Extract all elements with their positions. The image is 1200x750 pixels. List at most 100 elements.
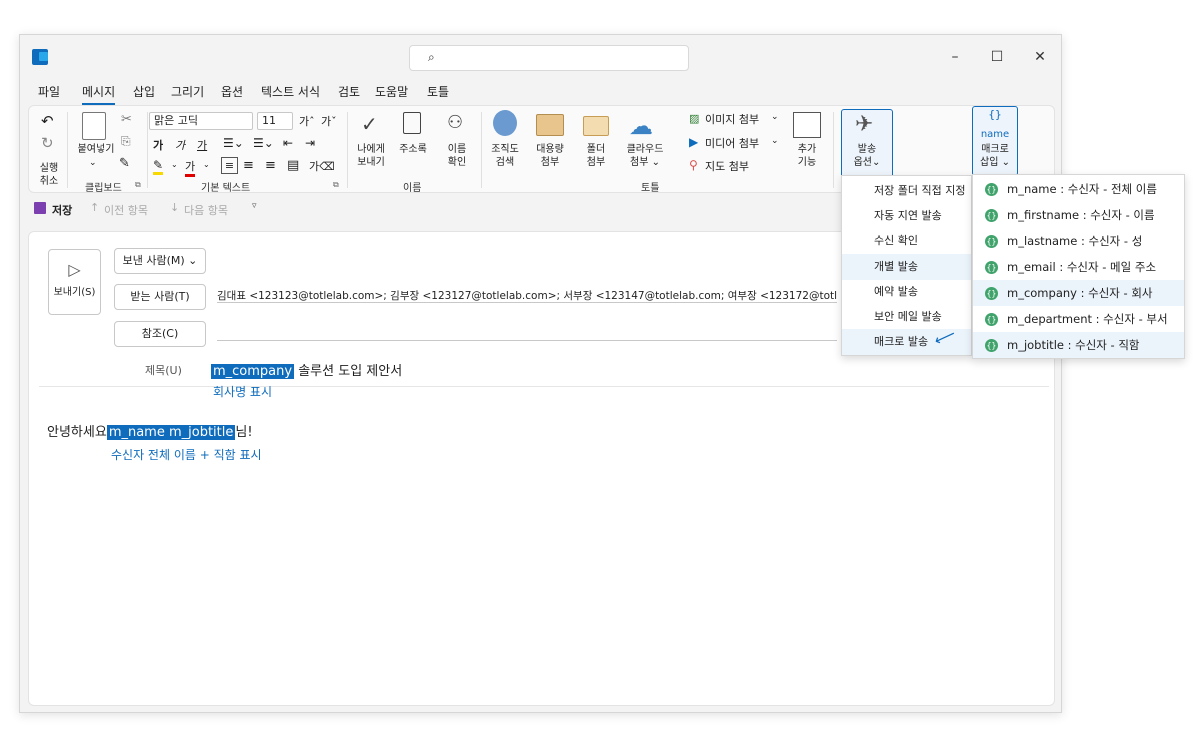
braces-icon: {} xyxy=(985,339,998,352)
menu-message[interactable]: 메시지 xyxy=(82,83,116,105)
paper-plane-icon: ✈ xyxy=(855,112,874,137)
font-name-select[interactable]: 맑은 고딕 xyxy=(149,112,253,130)
previous-item-button[interactable]: 이전 항목 xyxy=(104,202,148,218)
undo-icon[interactable]: ↶ xyxy=(41,112,54,130)
names-group-label: 이름 xyxy=(403,183,422,194)
menu-file[interactable]: 파일 xyxy=(38,83,60,100)
align-left-icon[interactable]: ≡ xyxy=(221,157,238,174)
org-search-button[interactable]: 조직도 검색 xyxy=(485,143,525,169)
redo-icon[interactable]: ↻ xyxy=(41,134,54,152)
bold-icon[interactable]: 가 xyxy=(153,137,163,153)
menu-options[interactable]: 옵션 xyxy=(221,83,243,100)
macro-item-name[interactable]: {} m_name : 수신자 - 전체 이름 xyxy=(973,176,1184,202)
arrow-up-icon: ↑ xyxy=(90,201,100,214)
clear-format-icon[interactable]: 가⌫ xyxy=(309,158,335,174)
font-color-icon[interactable]: 가 xyxy=(185,158,196,177)
macro-insert-label: 매크로 삽입 ⌄ xyxy=(980,144,1010,168)
font-size-select[interactable]: 11 xyxy=(257,112,293,130)
cc-underline xyxy=(217,340,837,341)
grow-font-icon[interactable]: 가ˆ xyxy=(299,113,315,129)
macro-item-department[interactable]: {} m_department : 수신자 - 부서 xyxy=(973,306,1184,332)
subject-macro-highlight: m_company xyxy=(211,364,295,379)
bullets-icon[interactable]: ☰⌄ xyxy=(223,136,244,150)
check-names-button[interactable]: 이름 확인 xyxy=(437,143,477,169)
divider xyxy=(67,112,68,188)
braces-icon: {} xyxy=(985,313,998,326)
add-ins-button[interactable]: 추가 기능 xyxy=(785,143,829,169)
menu-item-individual-send[interactable]: 개별 발송 xyxy=(842,254,971,280)
menu-insert[interactable]: 삽입 xyxy=(133,83,155,100)
menu-review[interactable]: 검토 xyxy=(338,83,360,100)
large-attachment-button[interactable]: 대용량 첨부 xyxy=(529,143,571,169)
italic-icon[interactable]: 가 xyxy=(175,137,185,153)
subject-divider xyxy=(39,386,1049,387)
format-painter-icon[interactable]: ✎ xyxy=(119,156,130,171)
chevron-down-icon[interactable]: ⌄ xyxy=(771,136,779,146)
chevron-down-icon[interactable]: ⌄ xyxy=(771,112,779,122)
divider xyxy=(833,112,834,188)
chevron-down-icon[interactable]: ⌄ xyxy=(89,158,97,168)
subject-field[interactable]: m_company 솔루션 도입 제안서 xyxy=(211,360,402,379)
highlight-icon[interactable]: ✎ xyxy=(153,158,164,175)
address-book-button[interactable]: 주소록 xyxy=(393,143,433,156)
paste-button[interactable]: 붙여넣기 xyxy=(74,143,118,156)
macro-item-lastname[interactable]: {} m_lastname : 수신자 - 성 xyxy=(973,228,1184,254)
large-attachment-icon xyxy=(536,114,564,136)
subject-annotation: 회사명 표시 xyxy=(213,385,273,399)
undo-button[interactable]: 실행 취소 xyxy=(35,162,63,188)
macro-item-company[interactable]: {} m_company : 수신자 - 회사 xyxy=(973,280,1184,306)
menu-item-read-receipt[interactable]: 수신 확인 xyxy=(842,228,971,254)
macro-item-jobtitle[interactable]: {} m_jobtitle : 수신자 - 직함 xyxy=(973,332,1184,358)
cc-button[interactable]: 참조(C) xyxy=(114,321,206,347)
dialog-launcher-icon[interactable]: ⧉ xyxy=(333,180,339,190)
to-field[interactable]: 김대표 <123123@totlelab.com>; 김부장 <123127@t… xyxy=(217,288,837,303)
macro-item-email[interactable]: {} m_email : 수신자 - 메일 주소 xyxy=(973,254,1184,280)
from-button[interactable]: 보낸 사람(M) ⌄ xyxy=(114,248,206,274)
menu-format-text[interactable]: 텍스트 서식 xyxy=(261,83,320,100)
shrink-font-icon[interactable]: 가ˇ xyxy=(321,113,337,129)
increase-indent-icon[interactable]: ⇥ xyxy=(305,136,315,150)
numbering-icon[interactable]: ☰⌄ xyxy=(253,136,274,150)
menu-draw[interactable]: 그리기 xyxy=(171,83,204,100)
close-button[interactable]: ✕ xyxy=(1025,45,1055,69)
dialog-launcher-icon[interactable]: ⧉ xyxy=(135,180,141,190)
image-icon: ▨ xyxy=(689,112,700,125)
underline-icon[interactable]: 가 xyxy=(197,137,207,153)
send-to-me-button[interactable]: 나에게 보내기 xyxy=(351,143,391,169)
send-icon: ▷ xyxy=(68,260,81,279)
macro-item-firstname[interactable]: {} m_firstname : 수신자 - 이름 xyxy=(973,202,1184,228)
align-right-icon[interactable]: ≡ xyxy=(265,158,276,173)
send-button[interactable]: ▷ 보내기(S) xyxy=(48,249,101,315)
cut-icon[interactable]: ✂ xyxy=(121,112,132,127)
chevron-down-icon[interactable]: ⌄ xyxy=(203,160,210,169)
menu-help[interactable]: 도움말 xyxy=(375,83,408,100)
menu-totle[interactable]: 토틀 xyxy=(427,83,449,100)
menu-bar: 파일 메시지 삽입 그리기 옵션 텍스트 서식 검토 도움말 토틀 xyxy=(20,79,1061,105)
menu-item-auto-delay[interactable]: 자동 지연 발송 xyxy=(842,203,971,229)
cloud-attach-button[interactable]: 클라우드 첨부 ⌄ xyxy=(623,143,667,169)
to-button[interactable]: 받는 사람(T) xyxy=(114,284,206,310)
search-box[interactable]: ⌕ xyxy=(409,45,689,71)
customize-chevron-icon[interactable]: ▿ xyxy=(252,201,257,211)
send-options-menu: 저장 폴더 직접 지정 자동 지연 발송 수신 확인 개별 발송 예약 발송 보… xyxy=(841,175,972,356)
decrease-indent-icon[interactable]: ⇤ xyxy=(283,136,293,150)
save-button[interactable]: 저장 xyxy=(52,202,72,218)
folder-icon xyxy=(583,116,609,136)
macro-item-label: m_name : 수신자 - 전체 이름 xyxy=(1007,182,1157,196)
chevron-down-icon[interactable]: ⌄ xyxy=(171,160,178,169)
menu-item-save-folder[interactable]: 저장 폴더 직접 지정 xyxy=(842,178,971,204)
braces-icon: {} xyxy=(985,287,998,300)
next-item-button[interactable]: 다음 항목 xyxy=(184,202,228,218)
justify-icon[interactable]: ▤ xyxy=(287,158,299,173)
align-center-icon[interactable]: ≡ xyxy=(243,158,254,173)
totle-group-label: 토틀 xyxy=(641,183,660,194)
image-attach-button[interactable]: 이미지 첨부 xyxy=(705,113,759,126)
map-attach-button[interactable]: 지도 첨부 xyxy=(705,160,749,173)
menu-item-scheduled-send[interactable]: 예약 발송 xyxy=(842,279,971,305)
minimize-button[interactable]: – xyxy=(940,45,970,69)
message-body[interactable]: 안녕하세요 m_name m_jobtitle 님! xyxy=(47,421,253,440)
media-attach-button[interactable]: 미디어 첨부 xyxy=(705,137,759,150)
copy-icon[interactable]: ⎘ xyxy=(121,134,131,149)
maximize-button[interactable]: ☐ xyxy=(982,45,1012,69)
folder-attach-button[interactable]: 폴더 첨부 xyxy=(575,143,617,169)
